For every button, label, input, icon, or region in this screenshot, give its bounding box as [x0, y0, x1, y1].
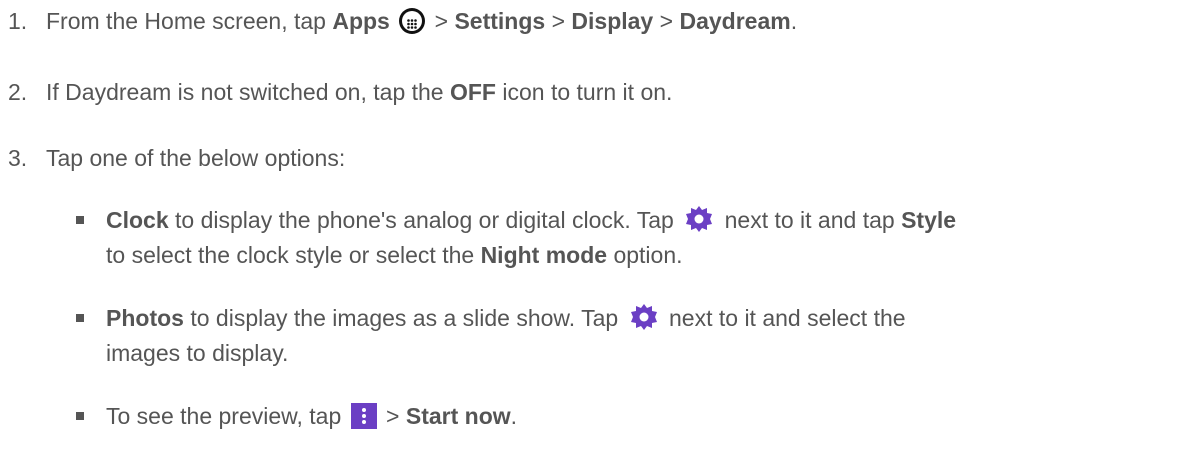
gear-icon — [628, 303, 660, 331]
settings-label: Settings — [454, 8, 546, 34]
gear-icon — [683, 205, 715, 233]
step-text: From the Home screen, tap Apps > Setting… — [46, 8, 798, 34]
style-label: Style — [901, 207, 957, 233]
display-label: Display — [571, 8, 654, 34]
bullet-marker — [76, 412, 84, 420]
step-text: Tap one of the below options: — [46, 145, 346, 171]
instructions-document: 1. From the Home screen, tap Apps > Sett… — [0, 0, 1193, 463]
photos-label: Photos — [106, 305, 184, 331]
step-text: If Daydream is not switched on, tap the … — [46, 79, 673, 105]
start-now-label: Start now — [405, 403, 511, 429]
apps-grid-icon — [399, 8, 426, 34]
night-mode-label: Night mode — [480, 242, 608, 268]
option-text-continued: to select the clock style or select the … — [106, 242, 683, 268]
option-text-continued: images to display. — [106, 340, 289, 366]
off-label: OFF — [449, 79, 496, 105]
option-text: Clock to display the phone's analog or d… — [106, 205, 957, 233]
daydream-label: Daydream — [679, 8, 791, 34]
bullet-marker — [76, 314, 84, 322]
step-number: 2. — [8, 79, 28, 105]
apps-label: Apps — [332, 8, 390, 34]
option-text: Photos to display the images as a slide … — [106, 303, 906, 331]
option-text: To see the preview, tap > Start now. — [106, 403, 518, 429]
step-number: 3. — [8, 145, 28, 171]
step-number: 1. — [8, 8, 28, 34]
more-vert-icon — [350, 403, 377, 429]
clock-label: Clock — [106, 207, 169, 233]
bullet-marker — [76, 216, 84, 224]
